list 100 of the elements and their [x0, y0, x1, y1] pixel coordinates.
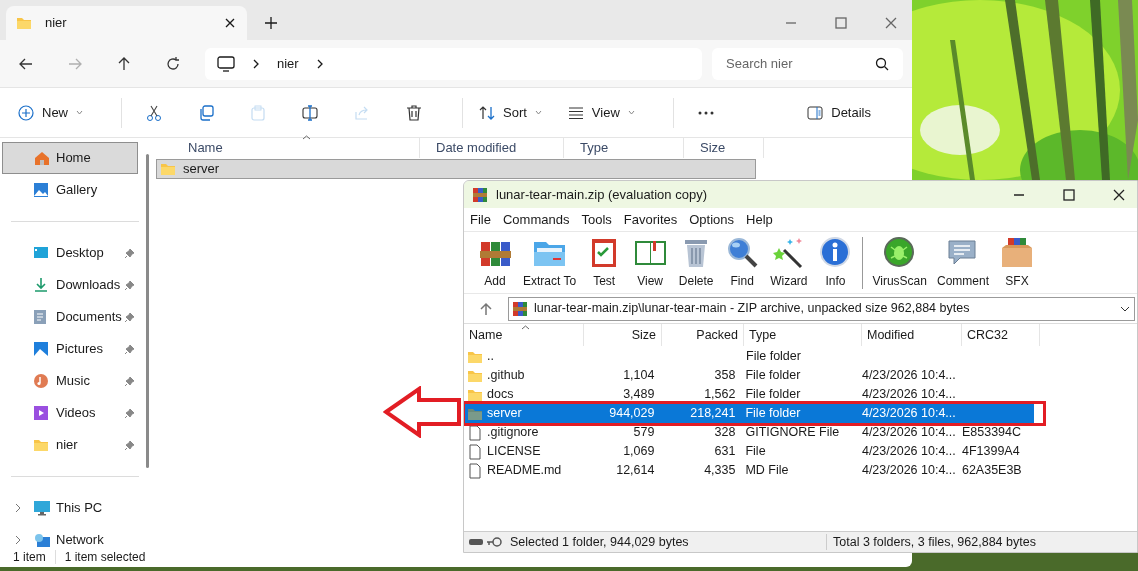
column-header[interactable]: CRC32 — [967, 325, 1008, 345]
refresh-icon[interactable] — [165, 55, 181, 72]
packed-size: 4,335 — [704, 462, 736, 480]
list-view-icon — [567, 104, 584, 121]
menu-item[interactable]: Options — [683, 209, 741, 230]
menu-item[interactable]: File — [464, 209, 497, 230]
archive-path: lunar-tear-main.zip\lunar-tear-main - ZIP archive, unpacked size 962,884 bytes — [534, 300, 971, 318]
file-row[interactable]: .gitignore 579 328 GITIGNORE File 4/23/2026 10:4... E853394C — [464, 423, 1034, 442]
download-icon — [33, 277, 49, 293]
menu-item[interactable]: Help — [740, 209, 779, 230]
chevron-icon — [316, 58, 323, 69]
sidebar-item[interactable]: Videos — [2, 397, 138, 429]
packed-size: 218,241 — [690, 405, 736, 423]
toolbar-button[interactable]: Comment — [931, 235, 994, 290]
file-size: 12,614 — [616, 462, 655, 480]
close-icon — [885, 17, 897, 29]
crc-checksum: 62A35E3B — [961, 462, 1022, 480]
toolbar-button[interactable]: Test — [581, 235, 628, 290]
search-input[interactable]: Search nier — [726, 53, 875, 74]
tab[interactable]: nier — [6, 6, 247, 40]
toolbar-button[interactable]: SFX — [994, 235, 1040, 290]
file-row[interactable]: server — [156, 159, 756, 179]
toolbar-button[interactable]: Delete — [673, 235, 720, 290]
toolbar-button[interactable]: Extract To — [518, 235, 582, 290]
drive-icon — [468, 538, 484, 546]
file-row[interactable]: .. File folder — [464, 347, 1034, 366]
new-button[interactable]: New — [16, 95, 85, 130]
toolbar-button[interactable]: Add — [472, 235, 518, 290]
file-size: 1,069 — [623, 443, 655, 461]
packed-size: 631 — [714, 443, 736, 461]
up-icon[interactable] — [116, 55, 132, 72]
sidebar-item[interactable]: This PC — [2, 492, 138, 524]
sidebar-item[interactable]: Desktop — [2, 237, 138, 269]
file-row[interactable]: server 944,029 218,241 File folder 4/23/2026 10:4... — [464, 404, 1034, 423]
toolbar-button[interactable]: Wizard — [765, 235, 813, 290]
toolbar-button[interactable]: View — [627, 235, 674, 290]
pin-icon — [124, 279, 135, 291]
sort-button[interactable]: Sort — [477, 95, 544, 130]
menu-item[interactable]: Tools — [575, 209, 618, 230]
sidebar-item[interactable]: Documents — [2, 301, 138, 333]
sidebar-item[interactable]: Home — [2, 142, 138, 174]
details-button[interactable]: Details — [805, 95, 873, 130]
view-button[interactable]: View — [565, 95, 637, 130]
network-icon — [33, 533, 51, 547]
music-icon — [33, 373, 49, 389]
sidebar-label: Downloads — [55, 276, 122, 295]
file-name: .github — [487, 367, 525, 385]
status-text: 1 item — [13, 549, 46, 566]
file-row[interactable]: LICENSE 1,069 631 File 4/23/2026 10:4... 4F1399A4 — [464, 442, 1034, 461]
column-header[interactable]: Name — [469, 325, 503, 345]
sidebar-item[interactable]: Gallery — [2, 174, 138, 206]
sort-caret-icon — [521, 325, 530, 330]
file-row[interactable]: README.md 12,614 4,335 MD File 4/23/2026 10:4... 62A35E3B — [464, 461, 1034, 480]
file-row[interactable]: .github 1,104 358 File folder 4/23/2026 10:4... — [464, 366, 1034, 385]
picture-icon — [33, 341, 49, 357]
pin-icon — [124, 247, 135, 259]
sidebar-item[interactable]: Downloads — [2, 269, 138, 301]
file-row[interactable]: docs 3,489 1,562 File folder 4/23/2026 10:4... — [464, 385, 1034, 404]
rename-icon — [302, 104, 318, 121]
address-bar[interactable]: nier — [205, 47, 702, 80]
date-modified: 4/23/2026 10:4... — [861, 367, 956, 385]
column-header[interactable]: Modified — [867, 325, 915, 345]
column-header[interactable]: Type — [580, 138, 609, 158]
pin-icon — [124, 407, 135, 419]
sidebar-item[interactable]: Music — [2, 365, 138, 397]
crc-checksum: 4F1399A4 — [961, 443, 1020, 461]
column-header[interactable]: Type — [749, 325, 777, 345]
column-header[interactable]: Size — [631, 325, 656, 345]
caret-icon — [1120, 305, 1130, 312]
caret-icon — [534, 110, 542, 115]
path-dropdown[interactable]: lunar-tear-main.zip\lunar-tear-main - ZIP archive, unpacked size 962,884 bytes — [508, 296, 1135, 321]
menu-item[interactable]: Commands — [496, 209, 576, 230]
file-type: MD File — [745, 462, 789, 480]
toolbar-button[interactable]: Info — [812, 235, 859, 290]
pin-icon — [124, 375, 135, 387]
folder-icon — [467, 406, 483, 421]
details-pane-icon — [807, 104, 824, 121]
sidebar-item[interactable]: Pictures — [2, 333, 138, 365]
pin-icon — [124, 311, 135, 323]
date-modified: 4/23/2026 10:4... — [861, 462, 956, 480]
close-icon — [1113, 188, 1125, 201]
column-header[interactable]: Date modified — [436, 138, 517, 158]
toolbar-button[interactable]: Find — [719, 235, 766, 290]
status-text: 1 item selected — [64, 549, 146, 566]
sidebar-item[interactable]: nier — [2, 429, 138, 461]
sidebar-label: Documents — [55, 308, 123, 327]
breadcrumb[interactable]: nier — [277, 53, 299, 74]
image-icon — [33, 182, 49, 198]
share-icon — [354, 104, 370, 121]
search-field[interactable]: Search nier — [712, 47, 903, 80]
file-name: README.md — [487, 462, 562, 480]
sidebar-label: nier — [55, 436, 79, 455]
date-modified: 4/23/2026 10:4... — [861, 443, 956, 461]
toolbar-button[interactable]: VirusScan — [867, 235, 932, 290]
column-header[interactable]: Packed — [696, 325, 738, 345]
column-header[interactable]: Name — [188, 138, 223, 158]
column-header[interactable]: Size — [700, 138, 726, 158]
file-size: 579 — [633, 424, 655, 442]
menu-item[interactable]: Favorites — [617, 209, 684, 230]
file-type: GITIGNORE File — [745, 424, 840, 442]
